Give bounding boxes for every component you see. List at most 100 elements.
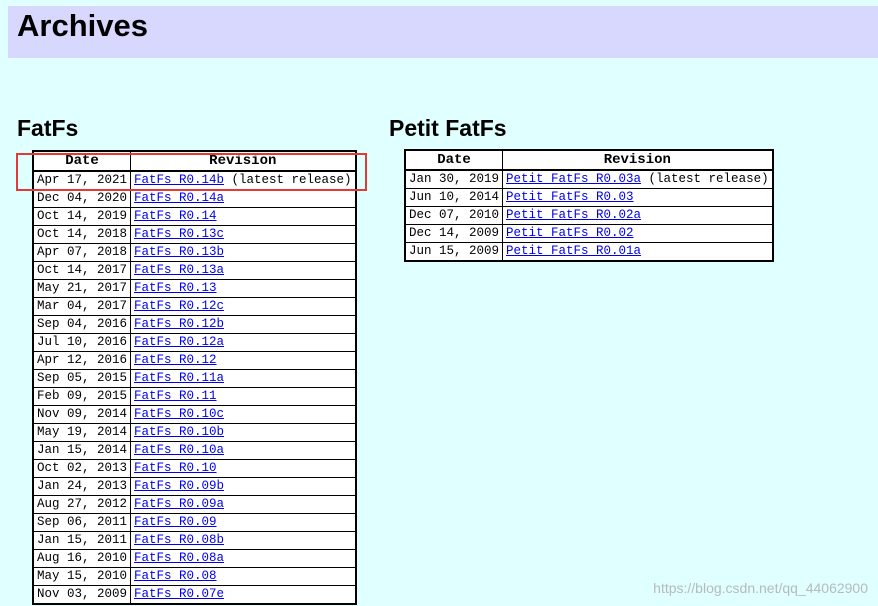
revision-cell: Petit FatFs R0.02: [502, 224, 774, 243]
table-row: Jun 15, 2009 Petit FatFs R0.01a: [404, 242, 774, 262]
table-row: Dec 14, 2009 Petit FatFs R0.02: [404, 224, 774, 243]
table-header-row: Date Revision: [32, 150, 357, 172]
revision-cell: FatFs R0.10a: [130, 441, 357, 460]
release-date: Oct 02, 2013: [32, 459, 132, 478]
release-date: Nov 03, 2009: [32, 585, 132, 605]
release-date: Mar 04, 2017: [32, 297, 132, 316]
release-date: May 15, 2010: [32, 567, 132, 586]
revision-link[interactable]: Petit FatFs R0.02a: [506, 208, 641, 222]
revision-cell: FatFs R0.08b: [130, 531, 357, 550]
revision-cell: Petit FatFs R0.01a: [502, 242, 774, 262]
revision-cell: FatFs R0.08: [130, 567, 357, 586]
table-row: Sep 04, 2016 FatFs R0.12b: [32, 315, 357, 334]
release-date: Dec 04, 2020: [32, 189, 132, 208]
revision-link[interactable]: FatFs R0.14: [134, 209, 217, 223]
table-row: Oct 14, 2019 FatFs R0.14: [32, 207, 357, 226]
revision-cell: Petit FatFs R0.03a (latest release): [502, 169, 774, 189]
fatfs-archive-table: Date Revision Apr 17, 2021 FatFs R0.14b (…: [32, 150, 357, 605]
table-row: Aug 16, 2010 FatFs R0.08a: [32, 549, 357, 568]
table-row: Nov 09, 2014 FatFs R0.10c: [32, 405, 357, 424]
table-row: Oct 02, 2013 FatFs R0.10: [32, 459, 357, 478]
release-date: Jun 10, 2014: [404, 188, 504, 207]
revision-link[interactable]: Petit FatFs R0.03: [506, 190, 634, 204]
table-row: Sep 05, 2015 FatFs R0.11a: [32, 369, 357, 388]
table-row: Mar 04, 2017 FatFs R0.12c: [32, 297, 357, 316]
release-date: Apr 12, 2016: [32, 351, 132, 370]
revision-cell: FatFs R0.07e: [130, 585, 357, 605]
release-date: Nov 09, 2014: [32, 405, 132, 424]
release-date: Oct 14, 2018: [32, 225, 132, 244]
table-row: Sep 06, 2011 FatFs R0.09: [32, 513, 357, 532]
release-date: Sep 04, 2016: [32, 315, 132, 334]
release-date: Jul 10, 2016: [32, 333, 132, 352]
revision-link[interactable]: FatFs R0.14a: [134, 191, 224, 205]
revision-cell: Petit FatFs R0.03: [502, 188, 774, 207]
revision-link[interactable]: FatFs R0.07e: [134, 587, 224, 601]
release-date: Apr 07, 2018: [32, 243, 132, 262]
revision-column-header: Revision: [502, 149, 774, 171]
release-date: Jan 30, 2019: [404, 169, 504, 189]
revision-cell: FatFs R0.08a: [130, 549, 357, 568]
table-row: Oct 14, 2017 FatFs R0.13a: [32, 261, 357, 280]
revision-link[interactable]: FatFs R0.08: [134, 569, 217, 583]
revision-link[interactable]: FatFs R0.13: [134, 281, 217, 295]
revision-link[interactable]: FatFs R0.12a: [134, 335, 224, 349]
latest-release-note: (latest release): [641, 172, 769, 186]
revision-cell: FatFs R0.10b: [130, 423, 357, 442]
release-date: Oct 14, 2017: [32, 261, 132, 280]
release-date: May 19, 2014: [32, 423, 132, 442]
release-date: Dec 07, 2010: [404, 206, 504, 225]
table-row: Jan 30, 2019 Petit FatFs R0.03a (latest r…: [404, 169, 774, 189]
revision-link[interactable]: FatFs R0.10a: [134, 443, 224, 457]
revision-link[interactable]: Petit FatFs R0.01a: [506, 244, 641, 258]
revision-link[interactable]: Petit FatFs R0.03a: [506, 172, 641, 186]
revision-link[interactable]: FatFs R0.11: [134, 389, 217, 403]
revision-link[interactable]: FatFs R0.13b: [134, 245, 224, 259]
page-title: Archives: [17, 8, 148, 43]
revision-cell: FatFs R0.12a: [130, 333, 357, 352]
watermark: https://blog.csdn.net/qq_44062900: [653, 580, 868, 596]
revision-link[interactable]: FatFs R0.13a: [134, 263, 224, 277]
revision-cell: FatFs R0.13c: [130, 225, 357, 244]
table-row: Jan 15, 2011 FatFs R0.08b: [32, 531, 357, 550]
revision-link[interactable]: FatFs R0.12b: [134, 317, 224, 331]
revision-link[interactable]: FatFs R0.10c: [134, 407, 224, 421]
table-row: Nov 03, 2009 FatFs R0.07e: [32, 585, 357, 605]
revision-link[interactable]: FatFs R0.09b: [134, 479, 224, 493]
table-row: Oct 14, 2018 FatFs R0.13c: [32, 225, 357, 244]
revision-cell: FatFs R0.09: [130, 513, 357, 532]
revision-link[interactable]: FatFs R0.08b: [134, 533, 224, 547]
release-date: Sep 05, 2015: [32, 369, 132, 388]
table-row: Dec 07, 2010 Petit FatFs R0.02a: [404, 206, 774, 225]
revision-cell: Petit FatFs R0.02a: [502, 206, 774, 225]
date-column-header: Date: [404, 149, 504, 171]
revision-link[interactable]: Petit FatFs R0.02: [506, 226, 634, 240]
revision-link[interactable]: FatFs R0.12c: [134, 299, 224, 313]
table-row: Jan 15, 2014 FatFs R0.10a: [32, 441, 357, 460]
release-date: Jan 15, 2014: [32, 441, 132, 460]
table-row: Dec 04, 2020 FatFs R0.14a: [32, 189, 357, 208]
revision-cell: FatFs R0.11a: [130, 369, 357, 388]
revision-link[interactable]: FatFs R0.09: [134, 515, 217, 529]
petit-fatfs-rows: Jan 30, 2019 Petit FatFs R0.03a (latest r…: [404, 169, 774, 262]
revision-cell: FatFs R0.14: [130, 207, 357, 226]
table-row: Jun 10, 2014 Petit FatFs R0.03: [404, 188, 774, 207]
petit-fatfs-archive-table: Date Revision Jan 30, 2019 Petit FatFs R0…: [404, 149, 774, 262]
table-row: May 21, 2017 FatFs R0.13: [32, 279, 357, 298]
revision-link[interactable]: FatFs R0.14b: [134, 173, 224, 187]
revision-link[interactable]: FatFs R0.10b: [134, 425, 224, 439]
revision-cell: FatFs R0.10c: [130, 405, 357, 424]
revision-cell: FatFs R0.13b: [130, 243, 357, 262]
revision-cell: FatFs R0.14a: [130, 189, 357, 208]
release-date: Oct 14, 2019: [32, 207, 132, 226]
revision-link[interactable]: FatFs R0.13c: [134, 227, 224, 241]
release-date: Jun 15, 2009: [404, 242, 504, 262]
revision-link[interactable]: FatFs R0.10: [134, 461, 217, 475]
revision-link[interactable]: FatFs R0.08a: [134, 551, 224, 565]
revision-link[interactable]: FatFs R0.12: [134, 353, 217, 367]
revision-link[interactable]: FatFs R0.09a: [134, 497, 224, 511]
table-header-row: Date Revision: [404, 149, 774, 171]
revision-cell: FatFs R0.13a: [130, 261, 357, 280]
revision-link[interactable]: FatFs R0.11a: [134, 371, 224, 385]
release-date: Aug 16, 2010: [32, 549, 132, 568]
